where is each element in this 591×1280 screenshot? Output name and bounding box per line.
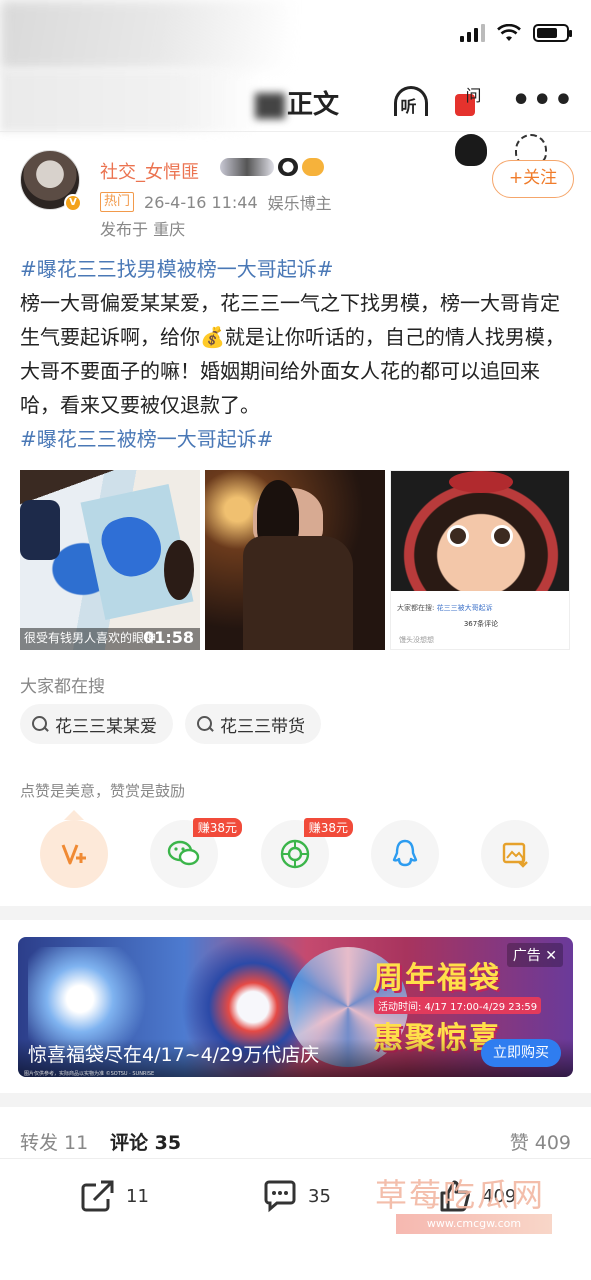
tab-forward[interactable]: 转发 11 — [20, 1128, 88, 1155]
author-header: V 社交_女悍匪 热门 26-4-16 11:44 娱乐博主 发布于 重庆 +关… — [20, 134, 580, 240]
comment-button[interactable]: 35 — [262, 1179, 331, 1213]
forward-count: 11 — [126, 1185, 149, 1207]
tip-button[interactable] — [40, 820, 108, 888]
image-grid: 很受有钱男人喜欢的眼神 01:58 大家都在搜: 花三三被大哥起诉 367条评论… — [20, 470, 571, 650]
hot-badge: 热门 — [100, 192, 135, 212]
more-menu-button[interactable]: ••• — [511, 86, 575, 116]
save-image-button[interactable] — [481, 820, 549, 888]
reward-row: 赚38元 赚38元 — [40, 810, 550, 890]
v-badge-icon: V — [64, 194, 82, 212]
money-bag-icon: 💰 — [200, 325, 225, 349]
topic-tag[interactable]: #曝花三三找男模被榜一大哥起诉# — [20, 257, 334, 281]
save-image-icon — [502, 842, 528, 868]
ad-footnote: 图片仅供参考，实际商品以实物为准 ©SOTSU · SUNRISE — [24, 1071, 155, 1077]
share-moments-button[interactable]: 赚38元 — [261, 818, 353, 888]
black-cat-icon — [455, 134, 487, 166]
wechat-icon — [167, 840, 200, 866]
search-chip[interactable]: 花三三带货 — [185, 704, 321, 744]
tip-v-icon — [61, 844, 86, 865]
fan-medal-icon — [220, 158, 274, 176]
status-bar — [0, 0, 591, 70]
post-meta: 热门 26-4-16 11:44 娱乐博主 — [100, 190, 332, 214]
tab-comment[interactable]: 评论 35 — [110, 1128, 181, 1155]
ad-close-tag[interactable]: 广告 ✕ — [506, 943, 563, 967]
post-body: #曝花三三找男模被榜一大哥起诉# 榜一大哥偏爱某某爱，花三三一气之下找男模，榜一… — [20, 252, 575, 456]
ad-headline: 周年福袋 — [373, 961, 501, 996]
battery-icon — [533, 24, 572, 42]
qq-icon — [392, 839, 418, 867]
image-thumbnail[interactable] — [205, 470, 385, 650]
ad-banner[interactable]: 广告 ✕ 周年福袋 活动时间: 4/17 17:00-4/29 23:59 惠聚… — [18, 937, 573, 1077]
fish-icon — [302, 158, 324, 176]
listen-button[interactable]: 听 — [391, 84, 431, 118]
earn-badge: 赚38元 — [192, 818, 242, 837]
reward-note: 点赞是美意，赞赏是鼓励 — [20, 782, 186, 800]
share-wechat-button[interactable]: 赚38元 — [150, 818, 242, 888]
share-icon — [81, 1180, 114, 1212]
mini-comment-count: 367条评论 — [463, 620, 499, 628]
mini-search-line: 大家都在搜: 花三三被大哥起诉 — [397, 604, 493, 612]
red-packet-icon[interactable]: 问 — [453, 84, 489, 118]
section-divider — [0, 1093, 591, 1107]
post-location: 发布于 重庆 — [100, 220, 186, 239]
follow-button[interactable]: +关注 — [492, 160, 574, 198]
video-thumbnail[interactable]: 很受有钱男人喜欢的眼神 01:58 — [20, 470, 200, 650]
author-name[interactable]: 社交_女悍匪 — [100, 158, 199, 184]
engagement-tabs: 转发 11 评论 35 赞 409 — [20, 1124, 571, 1158]
nav-bar: 正文 听 问 ••• — [0, 70, 591, 132]
author-role: 娱乐博主 — [267, 194, 332, 213]
search-chips: 花三三某某爱 花三三带货 — [20, 704, 321, 744]
ask-label: 问 — [465, 86, 482, 105]
watermark-text: 草莓吃瓜网 — [375, 1176, 546, 1214]
page-title: 正文 — [255, 84, 339, 121]
video-duration: 01:58 — [143, 628, 194, 647]
buy-now-button[interactable]: 立即购买 — [481, 1039, 561, 1067]
search-section-title: 大家都在搜 — [20, 677, 105, 697]
moments-icon — [280, 839, 310, 869]
earn-badge: 赚38元 — [303, 818, 353, 837]
tab-like[interactable]: 赞 409 — [510, 1128, 571, 1155]
search-icon — [197, 715, 214, 733]
user-medals — [220, 158, 324, 176]
blurred-region — [0, 0, 290, 70]
topic-tag[interactable]: #曝花三三被榜一大哥起诉# — [20, 427, 274, 451]
listen-label: 听 — [400, 97, 417, 116]
comment-icon — [264, 1180, 296, 1213]
comment-count: 35 — [308, 1185, 331, 1207]
video-subtitle: 很受有钱男人喜欢的眼神 — [24, 631, 157, 645]
wifi-icon — [497, 24, 521, 41]
watermark-url: www.cmcgw.com — [396, 1214, 552, 1234]
mini-user: 馒头没想想 — [399, 636, 434, 644]
blurred-back-area[interactable] — [0, 70, 260, 132]
section-divider — [0, 906, 591, 920]
share-qq-button[interactable] — [371, 820, 439, 888]
post-time: 26-4-16 11:44 — [144, 192, 258, 212]
ad-caption: 惊喜福袋尽在4/17~4/29万代店庆 — [28, 1044, 320, 1066]
signal-icon — [460, 24, 485, 42]
forward-button[interactable]: 11 — [80, 1179, 149, 1213]
panda-icon — [278, 158, 298, 176]
search-chip[interactable]: 花三三某某爱 — [20, 704, 173, 744]
screenshot-thumbnail[interactable]: 大家都在搜: 花三三被大哥起诉 367条评论 馒头没想想 — [390, 470, 570, 650]
search-icon — [32, 715, 49, 733]
ad-date: 活动时间: 4/17 17:00-4/29 23:59 — [374, 997, 542, 1014]
